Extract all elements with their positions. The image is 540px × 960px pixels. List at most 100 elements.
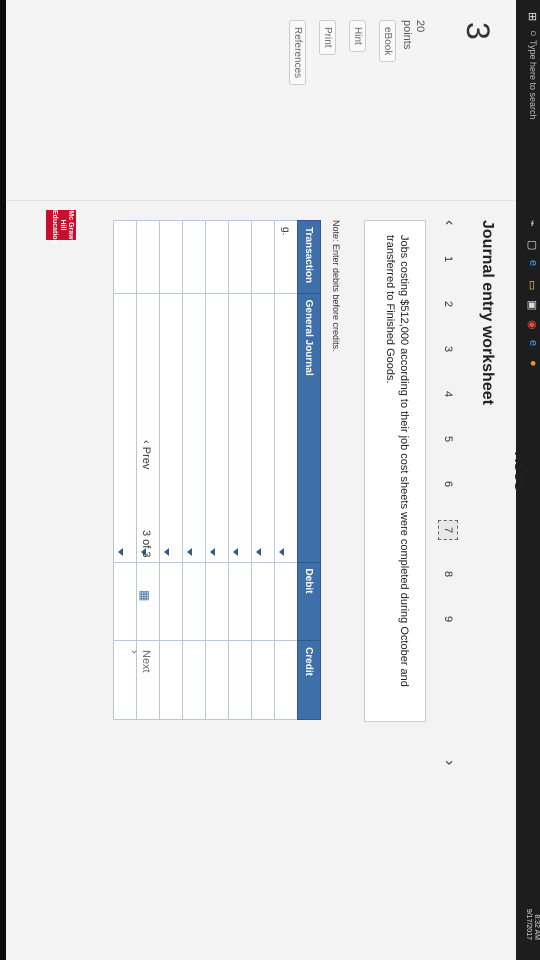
transaction-prompt-box: Jobs costing $512,000 according to their… <box>364 220 426 722</box>
file-explorer-icon[interactable]: ▭ <box>526 280 539 290</box>
credit-input[interactable] <box>205 640 229 720</box>
taskbar-search-input[interactable]: Type here to search <box>528 40 538 120</box>
account-select[interactable] <box>182 293 206 563</box>
header-credit: Credit <box>297 640 321 720</box>
journal-row <box>182 220 206 720</box>
edge-browser-icon[interactable]: e <box>527 260 539 266</box>
journal-row <box>251 220 275 720</box>
photo-scene: ⊞ ○ Type here to search ⌁ ▢ e ▭ ▣ ◉ e ● … <box>0 0 540 960</box>
print-link[interactable]: Print <box>319 20 336 55</box>
chrome-icon[interactable]: ◉ <box>526 320 539 330</box>
clock-date: 9/17/2017 <box>525 908 532 940</box>
ebook-link[interactable]: eBook <box>379 20 396 63</box>
journal-row <box>228 220 252 720</box>
pager-page-5[interactable]: 5 <box>442 430 454 448</box>
entry-pager: ‹ 1 2 3 4 5 6 7 8 9 › <box>430 220 460 780</box>
debit-input[interactable] <box>205 562 229 641</box>
credit-input[interactable] <box>274 640 298 720</box>
next-button[interactable]: Next › <box>128 650 152 673</box>
hint-label: Hint <box>349 20 366 52</box>
question-points: 20 points <box>400 20 426 49</box>
clock-time: 8:32 AM <box>533 914 540 940</box>
pager-page-6[interactable]: 6 <box>442 475 454 493</box>
account-select[interactable] <box>274 293 298 563</box>
account-select[interactable] <box>251 293 275 563</box>
transaction-cell[interactable] <box>205 220 229 294</box>
header-transaction: Transaction <box>297 220 321 294</box>
pager-page-3[interactable]: 3 <box>442 340 454 358</box>
worksheet-content: Journal entry worksheet ‹ 1 2 3 4 5 6 7 … <box>0 200 516 960</box>
pager-next-button[interactable]: › <box>440 760 458 765</box>
ie-icon[interactable]: e <box>527 340 539 346</box>
chevron-down-icon <box>187 547 193 556</box>
references-link[interactable]: References <box>289 20 306 86</box>
prev-button[interactable]: ‹ Prev <box>140 440 152 469</box>
references-label: References <box>289 20 306 86</box>
monitor-screen: ⊞ ○ Type here to search ⌁ ▢ e ▭ ▣ ◉ e ● … <box>6 0 540 960</box>
store-icon[interactable]: ▣ <box>526 300 539 310</box>
points-label: points <box>401 20 413 50</box>
chevron-down-icon <box>233 547 239 556</box>
asus-brand-label: ASUS <box>512 452 528 491</box>
worksheet-title: Journal entry worksheet <box>479 220 496 405</box>
pager-page-2[interactable]: 2 <box>442 295 454 313</box>
chevron-down-icon <box>210 547 216 556</box>
account-select[interactable] <box>205 293 229 563</box>
transaction-cell[interactable] <box>228 220 252 294</box>
grid-icon[interactable]: ▦ <box>138 590 152 601</box>
chevron-down-icon <box>279 547 285 556</box>
transaction-cell[interactable]: g. <box>274 220 298 294</box>
question-sidebar: 3 20 points eBook Hint Print References <box>6 0 516 201</box>
question-navigation: ‹ Prev 3 of 3 ▦ Next › <box>128 440 156 673</box>
points-value: 20 <box>414 20 426 33</box>
hint-link[interactable]: Hint <box>349 20 366 52</box>
journal-row: g. <box>274 220 298 720</box>
firefox-icon[interactable]: ● <box>527 360 539 367</box>
transaction-cell[interactable] <box>136 220 160 294</box>
debit-input[interactable] <box>159 562 183 641</box>
pager-page-1[interactable]: 1 <box>442 250 454 268</box>
transaction-cell[interactable] <box>182 220 206 294</box>
pager-page-8[interactable]: 8 <box>442 565 454 583</box>
prev-label: Prev <box>140 446 152 470</box>
debit-input[interactable] <box>251 562 275 641</box>
ebook-label: eBook <box>379 20 396 63</box>
transaction-cell[interactable] <box>159 220 183 294</box>
taskbar-clock[interactable]: 8:32 AM 9/17/2017 <box>524 909 540 940</box>
task-view-icon[interactable]: ▢ <box>526 240 539 250</box>
account-select[interactable] <box>159 293 183 563</box>
debit-input[interactable] <box>274 562 298 641</box>
mcgraw-hill-logo: Mc Graw Hill Education <box>46 210 76 244</box>
rotated-browser-view: ⊞ ○ Type here to search ⌁ ▢ e ▭ ▣ ◉ e ● … <box>6 0 540 960</box>
credit-input[interactable] <box>228 640 252 720</box>
chevron-down-icon <box>164 547 170 556</box>
header-general-journal: General Journal <box>297 293 321 563</box>
credit-input[interactable] <box>182 640 206 720</box>
entry-note: Note: Enter debits before credits. <box>331 220 341 352</box>
debit-input[interactable] <box>228 562 252 641</box>
pager-prev-button[interactable]: ‹ <box>440 220 458 225</box>
header-debit: Debit <box>297 562 321 641</box>
journal-header-row: Transaction General Journal Debit Credit <box>297 220 321 720</box>
transaction-label: g. <box>280 227 292 236</box>
transaction-cell[interactable] <box>251 220 275 294</box>
question-number: 3 <box>460 22 496 40</box>
question-count: 3 of 3 <box>140 530 152 558</box>
journal-row <box>205 220 229 720</box>
windows-start-icon[interactable]: ⊞ <box>526 12 539 21</box>
chevron-down-icon <box>118 547 124 556</box>
search-icon[interactable]: ○ <box>527 30 539 37</box>
credit-input[interactable] <box>159 640 183 720</box>
next-label: Next <box>140 650 152 673</box>
pager-page-4[interactable]: 4 <box>442 385 454 403</box>
journal-row <box>159 220 183 720</box>
pager-page-7-active[interactable]: 7 <box>438 520 458 540</box>
credit-input[interactable] <box>251 640 275 720</box>
print-label: Print <box>319 20 336 55</box>
microphone-icon[interactable]: ⌁ <box>526 220 539 227</box>
pager-page-9[interactable]: 9 <box>442 610 454 628</box>
debit-input[interactable] <box>182 562 206 641</box>
account-select[interactable] <box>228 293 252 563</box>
transaction-prompt: Jobs costing $512,000 according to their… <box>384 235 410 687</box>
transaction-cell[interactable] <box>113 220 137 294</box>
